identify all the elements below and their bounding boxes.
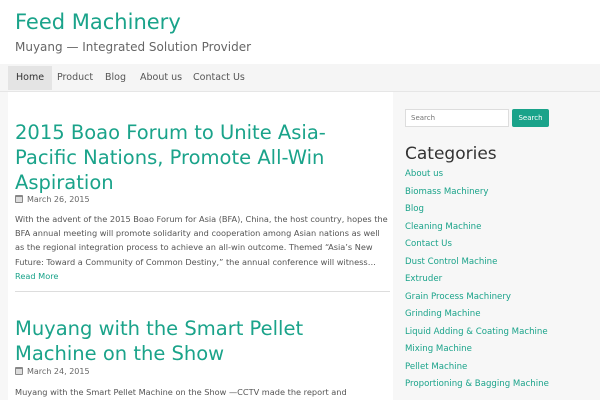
post-title-2[interactable]: Muyang with the Smart Pellet Machine on … — [15, 316, 385, 366]
category-link[interactable]: Grinding Machine — [405, 306, 590, 324]
calendar-icon — [15, 195, 23, 203]
post-date-2: March 24, 2015 — [27, 367, 90, 376]
search-button[interactable]: Search — [512, 109, 549, 127]
category-link[interactable]: Grain Process Machinery — [405, 289, 590, 307]
nav-item-about-us[interactable]: About us — [132, 66, 190, 90]
post-divider — [15, 291, 390, 292]
nav-item-blog[interactable]: Blog — [97, 66, 134, 90]
main-navigation: Home Product Blog About us Contact Us — [0, 64, 600, 92]
post-meta-1: March 26, 2015 — [15, 194, 90, 206]
category-link[interactable]: Blog — [405, 201, 590, 219]
read-more-link[interactable]: Read More — [15, 271, 58, 281]
site-header: Feed Machinery Muyang — Integrated Solut… — [0, 0, 600, 64]
post-excerpt-2: Muyang with the Smart Pellet Machine on … — [15, 387, 347, 397]
post-list: 2015 Boao Forum to Unite Asia-Pacific Na… — [8, 92, 393, 400]
nav-item-product[interactable]: Product — [49, 66, 101, 90]
post-excerpt-1-text: With the advent of the 2015 Boao Forum f… — [15, 214, 388, 267]
category-link[interactable]: Contact Us — [405, 236, 590, 254]
site-description: Muyang — Integrated Solution Provider — [15, 40, 252, 54]
category-link[interactable]: Dust Control Machine — [405, 254, 590, 272]
nav-item-contact-us[interactable]: Contact Us — [185, 66, 253, 90]
category-link[interactable]: Pellet Machine — [405, 359, 590, 377]
categories-list: About us Biomass Machinery Blog Cleaning… — [405, 166, 590, 394]
category-link[interactable]: About us — [405, 166, 590, 184]
category-link[interactable]: Extruder — [405, 271, 590, 289]
nav-item-home[interactable]: Home — [8, 66, 53, 90]
post-excerpt-1: With the advent of the 2015 Boao Forum f… — [15, 212, 389, 283]
category-link[interactable]: Proportioning & Bagging Machine — [405, 376, 590, 394]
calendar-icon — [15, 367, 23, 375]
category-link[interactable]: Liquid Adding & Coating Machine — [405, 324, 590, 342]
search-input[interactable] — [405, 109, 509, 127]
category-link[interactable]: Biomass Machinery — [405, 184, 590, 202]
post-meta-2: March 24, 2015 — [15, 366, 90, 378]
categories-heading: Categories — [405, 144, 497, 164]
category-link[interactable]: Cleaning Machine — [405, 219, 590, 237]
site-title[interactable]: Feed Machinery — [15, 10, 181, 34]
category-link[interactable]: Mixing Machine — [405, 341, 590, 359]
post-title-1[interactable]: 2015 Boao Forum to Unite Asia-Pacific Na… — [15, 120, 385, 195]
post-date-1: March 26, 2015 — [27, 195, 90, 204]
